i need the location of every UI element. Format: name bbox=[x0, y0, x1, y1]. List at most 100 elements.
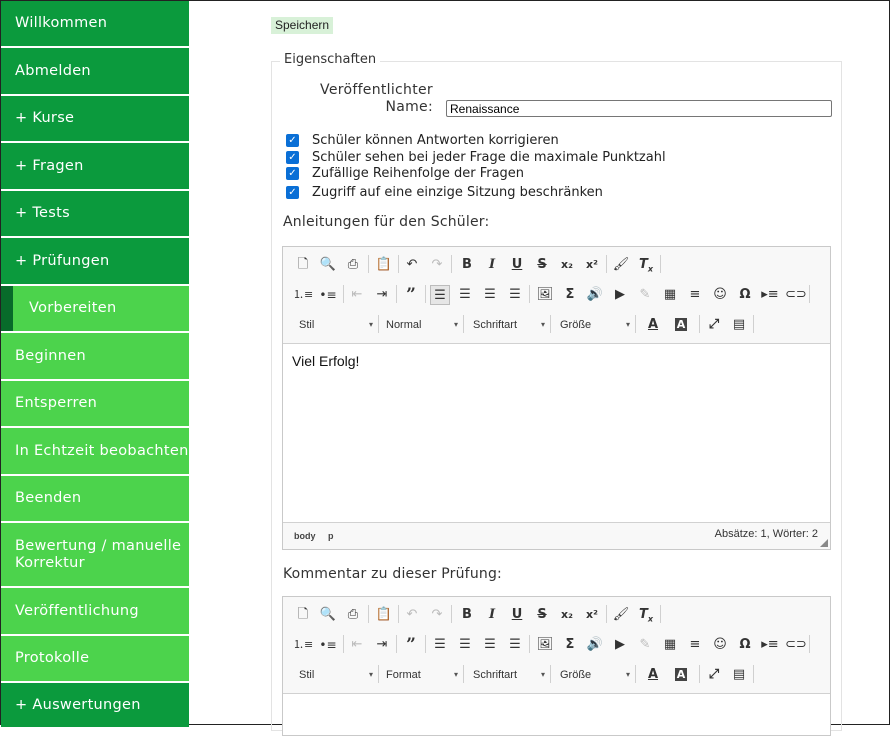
undo-icon[interactable]: ↶ bbox=[402, 255, 422, 275]
align-center-icon[interactable]: ☰ bbox=[455, 635, 475, 655]
sidebar-item-tests[interactable]: + Tests bbox=[1, 191, 189, 238]
sidebar-item-echtzeit[interactable]: In Echtzeit beobachten bbox=[1, 428, 189, 476]
save-button[interactable]: Speichern bbox=[271, 17, 334, 34]
italic-icon[interactable]: I bbox=[482, 605, 502, 625]
align-left-icon[interactable]: ☰ bbox=[430, 635, 450, 655]
sidebar-item-veroeffentlichung[interactable]: Veröffentlichung bbox=[1, 588, 189, 636]
background-color-icon[interactable]: A bbox=[671, 665, 691, 685]
italic-icon[interactable]: I bbox=[482, 255, 502, 275]
path-body[interactable]: body bbox=[294, 531, 316, 541]
checkbox-max-points[interactable]: ✓ bbox=[286, 151, 299, 164]
bulleted-list-icon[interactable]: •≡ bbox=[318, 285, 338, 305]
subscript-icon[interactable]: x₂ bbox=[557, 605, 577, 625]
sidebar-item-auswertungen[interactable]: + Auswertungen bbox=[1, 683, 189, 727]
indent-icon[interactable]: ⇥ bbox=[372, 285, 392, 305]
show-blocks-icon[interactable]: ▤ bbox=[729, 315, 749, 335]
numbered-list-icon[interactable]: ⒈≡ bbox=[293, 285, 313, 305]
resize-grip-icon[interactable] bbox=[820, 539, 828, 547]
bold-icon[interactable]: B bbox=[457, 255, 477, 275]
editor-content[interactable] bbox=[283, 694, 830, 712]
align-center-icon[interactable]: ☰ bbox=[455, 285, 475, 305]
show-blocks-icon[interactable]: ▤ bbox=[729, 665, 749, 685]
font-combo[interactable]: Schriftart ▾ bbox=[467, 665, 549, 685]
remove-format-icon[interactable]: Tx bbox=[636, 255, 656, 275]
blockquote-icon[interactable]: ” bbox=[401, 635, 421, 655]
outdent-icon[interactable]: ⇤ bbox=[347, 285, 367, 305]
horizontal-rule-icon[interactable]: ≡ bbox=[685, 285, 705, 305]
sidebar-item-protokolle[interactable]: Protokolle bbox=[1, 636, 189, 683]
background-color-icon[interactable]: A bbox=[671, 315, 691, 335]
audio-icon[interactable]: 🔊 bbox=[585, 635, 605, 655]
align-justify-icon[interactable]: ☰ bbox=[505, 635, 525, 655]
link-icon[interactable]: ⊂⊃ bbox=[785, 635, 807, 655]
undo-icon[interactable]: ↶ bbox=[402, 605, 422, 625]
video-icon[interactable]: ▶ bbox=[610, 635, 630, 655]
print-icon[interactable]: ⎙ bbox=[343, 255, 363, 275]
size-combo[interactable]: Größe ▾ bbox=[554, 665, 634, 685]
superscript-icon[interactable]: x² bbox=[582, 605, 602, 625]
align-right-icon[interactable]: ☰ bbox=[480, 635, 500, 655]
video-icon[interactable]: ▶ bbox=[610, 285, 630, 305]
maximize-icon[interactable]: ⤢ bbox=[704, 315, 724, 335]
underline-icon[interactable]: U bbox=[507, 605, 527, 625]
blockquote-icon[interactable]: ” bbox=[401, 285, 421, 305]
align-right-icon[interactable]: ☰ bbox=[480, 285, 500, 305]
sidebar-item-kurse[interactable]: + Kurse bbox=[1, 96, 189, 143]
image-icon[interactable]: 🖼 bbox=[535, 635, 555, 655]
checkbox-row-single-session[interactable]: ✓ Zugriff auf eine einzige Sitzung besch… bbox=[286, 184, 603, 201]
math-icon[interactable]: Σ bbox=[560, 285, 580, 305]
redo-icon[interactable]: ↷ bbox=[427, 255, 447, 275]
superscript-icon[interactable]: x² bbox=[582, 255, 602, 275]
sidebar-item-bewertung[interactable]: Bewertung / manuelle Korrektur bbox=[1, 523, 189, 588]
math-icon[interactable]: Σ bbox=[560, 635, 580, 655]
checkbox-row-random-order[interactable]: ✓ Zufällige Reihenfolge der Fragen bbox=[286, 165, 524, 182]
text-color-icon[interactable]: A bbox=[643, 315, 663, 335]
sidebar-item-abmelden[interactable]: Abmelden bbox=[1, 48, 189, 96]
redo-icon[interactable]: ↷ bbox=[427, 605, 447, 625]
pencil-icon[interactable]: ✎ bbox=[635, 285, 655, 305]
checkbox-correct-answers[interactable]: ✓ bbox=[286, 134, 299, 147]
paste-icon[interactable]: 📋 bbox=[374, 605, 394, 625]
bold-icon[interactable]: B bbox=[457, 605, 477, 625]
new-page-icon[interactable]: 🗋 bbox=[293, 255, 313, 275]
outdent-icon[interactable]: ⇤ bbox=[347, 635, 367, 655]
indent-icon[interactable]: ⇥ bbox=[372, 635, 392, 655]
link-icon[interactable]: ⊂⊃ bbox=[785, 285, 807, 305]
sidebar-item-pruefungen[interactable]: + Prüfungen bbox=[1, 238, 189, 286]
text-color-icon[interactable]: A bbox=[643, 665, 663, 685]
sidebar-item-vorbereiten[interactable]: Vorbereiten bbox=[1, 286, 189, 333]
sidebar-item-beginnen[interactable]: Beginnen bbox=[1, 333, 189, 381]
strikethrough-icon[interactable]: S bbox=[532, 605, 552, 625]
sidebar-item-entsperren[interactable]: Entsperren bbox=[1, 381, 189, 428]
format-combo[interactable]: Format ▾ bbox=[380, 665, 462, 685]
styles-combo[interactable]: Stil ▾ bbox=[293, 665, 377, 685]
editor-content[interactable]: Viel Erfolg! bbox=[283, 344, 830, 378]
anchor-icon[interactable]: ▸≡ bbox=[760, 285, 780, 305]
table-icon[interactable]: ▦ bbox=[660, 285, 680, 305]
path-p[interactable]: p bbox=[328, 531, 334, 541]
anchor-icon[interactable]: ▸≡ bbox=[760, 635, 780, 655]
brush-icon[interactable]: 🖌 bbox=[611, 605, 631, 625]
maximize-icon[interactable]: ⤢ bbox=[704, 665, 724, 685]
paste-icon[interactable]: 📋 bbox=[374, 255, 394, 275]
smiley-icon[interactable]: ☺ bbox=[710, 635, 730, 655]
published-name-input[interactable] bbox=[446, 100, 832, 117]
checkbox-row-correct-answers[interactable]: ✓ Schüler können Antworten korrigieren bbox=[286, 132, 559, 149]
format-combo[interactable]: Normal ▾ bbox=[380, 315, 462, 335]
special-char-icon[interactable]: Ω bbox=[735, 635, 755, 655]
audio-icon[interactable]: 🔊 bbox=[585, 285, 605, 305]
pencil-icon[interactable]: ✎ bbox=[635, 635, 655, 655]
checkbox-random-order[interactable]: ✓ bbox=[286, 167, 299, 180]
styles-combo[interactable]: Stil ▾ bbox=[293, 315, 377, 335]
sidebar-item-beenden[interactable]: Beenden bbox=[1, 476, 189, 523]
image-icon[interactable]: 🖼 bbox=[535, 285, 555, 305]
sidebar-item-fragen[interactable]: + Fragen bbox=[1, 143, 189, 191]
checkbox-row-max-points[interactable]: ✓ Schüler sehen bei jeder Frage die maxi… bbox=[286, 149, 666, 166]
preview-icon[interactable]: 🔍 bbox=[318, 605, 338, 625]
new-page-icon[interactable]: 🗋 bbox=[293, 605, 313, 625]
remove-format-icon[interactable]: Tx bbox=[636, 605, 656, 625]
size-combo[interactable]: Größe ▾ bbox=[554, 315, 634, 335]
align-justify-icon[interactable]: ☰ bbox=[505, 285, 525, 305]
print-icon[interactable]: ⎙ bbox=[343, 605, 363, 625]
subscript-icon[interactable]: x₂ bbox=[557, 255, 577, 275]
